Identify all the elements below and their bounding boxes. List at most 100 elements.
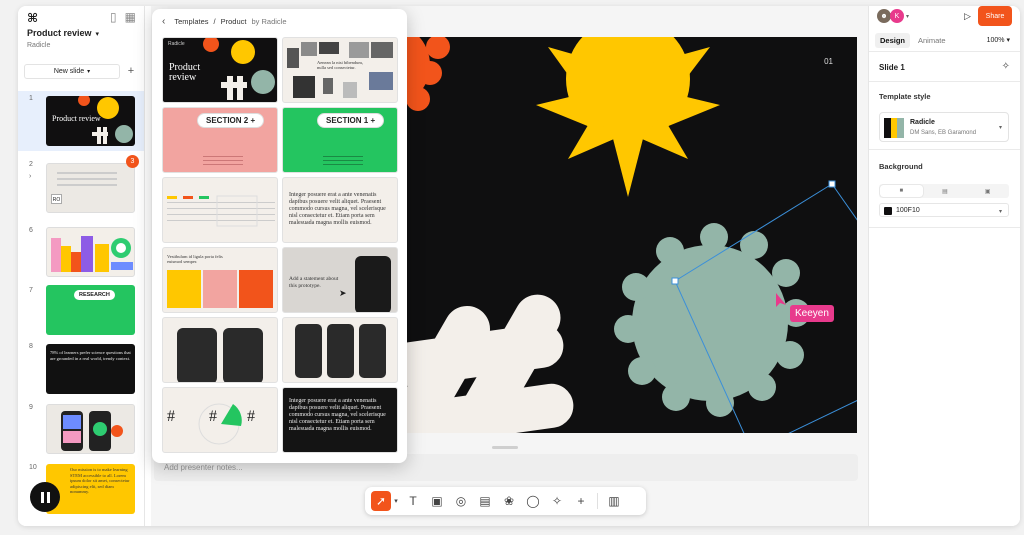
white-hash-shape <box>388 294 574 433</box>
template-style-select[interactable]: Radicle DM Sans, EB Garamond ▾ <box>879 112 1009 142</box>
template-three-phones[interactable] <box>282 317 398 383</box>
template-numbers[interactable]: # # # <box>162 387 278 453</box>
slide-list: 1 Product review 2 › RO 3 6 7 RESEARCH 8… <box>18 88 144 526</box>
zoom-select[interactable]: 100% ▾ <box>987 36 1010 44</box>
comment-count-badge[interactable]: 3 <box>126 155 139 168</box>
slide-body-text: Our mission is to make learning STEM acc… <box>70 467 130 494</box>
slide-preview: Our mission is to make learning STEM acc… <box>46 464 135 514</box>
template-title-slide[interactable]: Radicle Product review <box>162 37 278 103</box>
sage-blob-shape <box>614 223 810 417</box>
project-title-menu[interactable]: Product review ▾ <box>27 28 99 38</box>
slide-thumbnail-2[interactable]: 2 › RO 3 <box>18 155 144 219</box>
template-section-2[interactable]: SECTION 2 + <box>162 107 278 173</box>
project-title: Product review <box>27 28 92 38</box>
present-play-icon[interactable]: ▷ <box>964 11 971 22</box>
layout-icon[interactable]: ▥ <box>602 490 626 512</box>
plus-icon[interactable]: + <box>569 490 593 512</box>
resize-handle <box>828 180 836 188</box>
background-color-input[interactable]: 100F10 ▾ <box>879 203 1009 217</box>
slide-thumbnail-7[interactable]: 7 RESEARCH <box>18 283 144 337</box>
grid-view-icon[interactable]: ▦ <box>125 10 136 24</box>
chevron-down-icon: ▾ <box>998 209 1002 215</box>
template-image-grid[interactable]: Aenean la nisi bibendum, nulla sed conse… <box>282 37 398 103</box>
image-icon[interactable]: ▣ <box>425 490 449 512</box>
slide-preview <box>46 227 135 277</box>
template-section-1[interactable]: SECTION 1 + <box>282 107 398 173</box>
background-section: Background ■ ▤ ▣ 100F10 ▾ <box>869 150 1020 228</box>
template-two-phones[interactable] <box>162 317 278 383</box>
current-slide[interactable]: 01 Keeyen <box>358 37 857 433</box>
background-type-toggle: ■ ▤ ▣ <box>879 184 1009 198</box>
slide-thumbnail-6[interactable]: 6 <box>18 223 144 279</box>
magic-wand-icon[interactable]: ✧ <box>1002 61 1010 72</box>
app-window: ⌘ ▯ ▦ Product review ▾ Radicle New slide ▾… <box>18 6 1020 526</box>
template-caption: Aenean la nisi bibendum, nulla sed conse… <box>317 60 363 70</box>
slide-thumbnail-8[interactable]: 8 78% of learners prefer science questio… <box>18 339 144 397</box>
slide-label: RO <box>51 194 62 204</box>
chevron-down-icon[interactable]: ▾ <box>391 490 401 512</box>
section-pill: SECTION 1 + <box>317 113 385 128</box>
slide-section: Slide 1 ✧ <box>869 52 1020 82</box>
template-table[interactable] <box>162 177 278 243</box>
tab-design[interactable]: Design <box>875 33 911 48</box>
pause-icon <box>40 491 44 503</box>
slide-preview: RESEARCH <box>46 285 135 335</box>
slide-number: 10 <box>29 464 37 471</box>
slide-preview: 78% of learners prefer science questions… <box>46 344 135 394</box>
color-swatch <box>884 207 892 215</box>
stamp-icon[interactable]: ❀ <box>497 490 521 512</box>
chevron-down-icon: ▾ <box>998 125 1002 131</box>
new-slide-label: New slide <box>53 67 85 75</box>
template-body-text[interactable]: Integer posuere erat a ante venenatis da… <box>282 177 398 243</box>
yellow-star-shape <box>536 37 720 197</box>
breadcrumb: ‹ Templates / Product by Radicle <box>152 9 407 33</box>
plus-icon: + <box>370 116 376 125</box>
text-icon[interactable]: T <box>401 490 425 512</box>
slides-panel: ⌘ ▯ ▦ Product review ▾ Radicle New slide ▾… <box>18 6 145 526</box>
app-logo-icon[interactable]: ⌘ <box>27 11 38 25</box>
template-swatch <box>884 118 905 138</box>
notes-resize-handle[interactable] <box>492 446 518 449</box>
plus-icon: + <box>250 116 256 125</box>
tab-animate[interactable]: Animate <box>913 33 951 48</box>
chevron-down-icon: ▾ <box>87 68 91 75</box>
image-fill-icon[interactable]: ▣ <box>966 184 1009 198</box>
shape-icon[interactable]: ◎ <box>449 490 473 512</box>
comment-icon[interactable]: ◯ <box>521 490 545 512</box>
pointer-icon[interactable]: ➚ <box>371 491 391 511</box>
templates-popup: ‹ Templates / Product by Radicle Radicle… <box>152 9 407 463</box>
avatar: ☻ <box>877 9 891 23</box>
chevron-right-icon[interactable]: › <box>29 173 31 180</box>
template-statement-phone[interactable]: Add a statement about this prototype. ➤ <box>282 247 398 313</box>
back-arrow-icon[interactable]: ‹ <box>162 16 165 27</box>
new-slide-button[interactable]: New slide ▾ <box>24 63 120 79</box>
pause-button[interactable] <box>30 482 60 512</box>
solid-fill-icon[interactable]: ■ <box>880 185 923 197</box>
slide-number: 2 <box>29 161 33 168</box>
breadcrumb-product: Product <box>220 16 247 26</box>
table-icon[interactable]: ▤ <box>473 490 497 512</box>
breadcrumb-templates[interactable]: Templates <box>174 17 208 26</box>
panel-tabs: Design Animate 100% ▾ <box>869 28 1020 52</box>
chevron-down-icon: ▾ <box>906 13 910 20</box>
slide-thumbnail-1[interactable]: 1 Product review <box>18 91 144 151</box>
gradient-fill-icon[interactable]: ▤ <box>924 184 967 198</box>
slide-preview: RO <box>46 163 135 213</box>
template-brand: Radicle <box>168 41 185 47</box>
breadcrumb-author: by Radicle <box>251 16 287 26</box>
mouse-cursor-icon: ➤ <box>339 288 347 298</box>
template-name: Radicle <box>910 119 935 126</box>
slide-thumbnail-9[interactable]: 9 <box>18 400 144 456</box>
template-three-columns[interactable]: Vestibulum id ligula porta felis euismod… <box>162 247 278 313</box>
template-body-text-dark[interactable]: Integer posuere erat a ante venenatis da… <box>282 387 398 453</box>
slide-number: 9 <box>29 404 33 411</box>
template-style-header: Template style <box>879 92 931 101</box>
slide-body-text: 78% of learners prefer science questions… <box>50 350 131 361</box>
bottom-toolbar: ➚ ▾ T ▣ ◎ ▤ ❀ ◯ ✧ + ▥ <box>365 487 646 515</box>
ai-icon[interactable]: ✧ <box>545 490 569 512</box>
add-slide-icon[interactable]: + <box>124 65 138 77</box>
panel-toggle-icon[interactable]: ▯ <box>110 10 117 24</box>
share-button[interactable]: Share <box>978 6 1012 26</box>
slide-title-text: Product review <box>52 114 101 123</box>
collaborators[interactable]: ☻ K ▾ <box>877 9 909 23</box>
